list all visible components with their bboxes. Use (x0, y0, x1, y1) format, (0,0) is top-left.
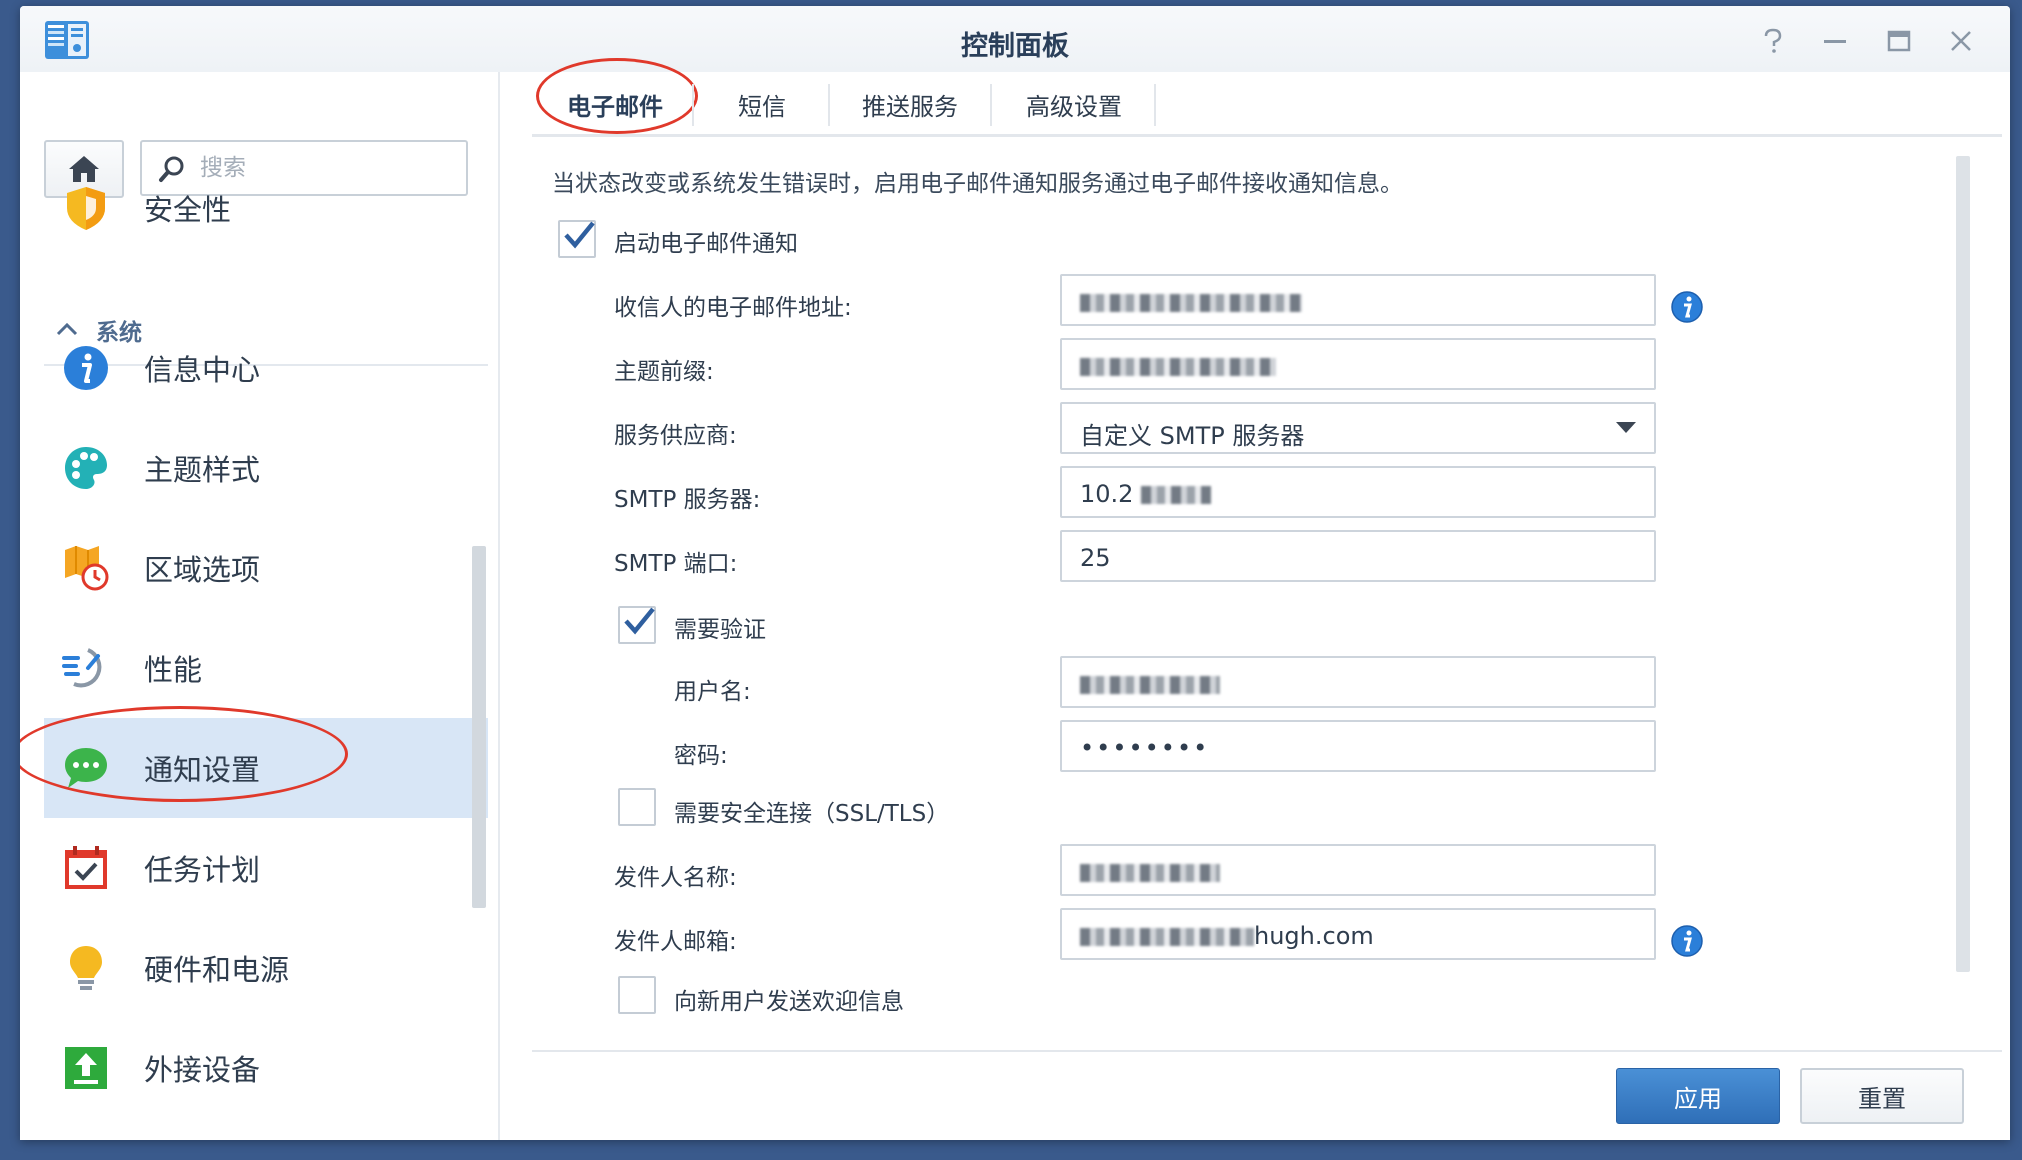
tab-email[interactable]: 电子邮件 (540, 72, 690, 136)
tab-separator (1154, 84, 1156, 126)
sidebar-item-security[interactable]: 安全性 (44, 158, 488, 258)
smtp-server-field[interactable]: 10.2 (1060, 466, 1656, 518)
content-scrollbar[interactable] (1956, 156, 1970, 972)
subject-prefix-label: 主题前缀: (614, 359, 714, 385)
smtp-port-value: 25 (1080, 544, 1111, 572)
smtp-server-value-wrap: 10.2 (1080, 480, 1212, 508)
sender-email-field[interactable]: hugh.com (1060, 908, 1656, 960)
sidebar-item-theme[interactable]: 主题样式 (44, 418, 488, 518)
smtp-port-label: SMTP 端口: (614, 551, 738, 577)
info-icon[interactable] (1670, 290, 1704, 324)
performance-icon (62, 644, 110, 692)
sidebar-divider (498, 72, 500, 1140)
info-icon[interactable] (1670, 924, 1704, 958)
sidebar-item-notification[interactable]: 通知设置 (44, 718, 488, 818)
welcome-message-checkbox[interactable] (618, 976, 656, 1014)
palette-icon (62, 444, 110, 492)
sidebar-item-performance[interactable]: 性能 (44, 618, 488, 718)
calendar-task-icon (62, 844, 110, 892)
email-description: 当状态改变或系统发生错误时，启用电子邮件通知服务通过电子邮件接收通知信息。 (552, 171, 1403, 197)
info-icon (62, 344, 110, 392)
footer-divider (532, 1050, 2002, 1052)
username-value-redacted (1080, 670, 1220, 698)
provider-label: 服务供应商: (614, 423, 737, 449)
minimize-icon[interactable] (1818, 24, 1852, 58)
enable-email-checkbox[interactable] (558, 220, 596, 258)
subject-prefix-field[interactable] (1060, 338, 1656, 390)
sidebar: 安全性 系统 信息中心 主题样式 区域选项 (20, 72, 498, 1140)
title-bar: 控制面板 (20, 6, 2010, 72)
password-label: 密码: (674, 743, 728, 769)
recipient-label: 收信人的电子邮件地址: (614, 295, 852, 321)
sidebar-item-label: 性能 (144, 653, 203, 687)
smtp-server-value: 10.2 (1080, 480, 1134, 508)
tab-separator (692, 84, 694, 126)
checkmark-icon (622, 604, 656, 642)
sidebar-item-label: 外接设备 (144, 1053, 261, 1087)
require-ssl-checkbox[interactable] (618, 788, 656, 826)
recipient-value-redacted (1080, 288, 1302, 316)
recipient-email-field[interactable] (1060, 274, 1656, 326)
sender-email-value-wrap: hugh.com (1080, 922, 1374, 950)
username-field[interactable] (1060, 656, 1656, 708)
sidebar-item-label: 区域选项 (144, 553, 261, 587)
tab-separator (990, 84, 992, 126)
enable-email-label: 启动电子邮件通知 (614, 231, 798, 257)
lightbulb-icon (62, 944, 110, 992)
sender-email-label: 发件人邮箱: (614, 929, 737, 955)
sidebar-item-label: 主题样式 (144, 453, 261, 487)
sidebar-item-task-scheduler[interactable]: 任务计划 (44, 818, 488, 918)
require-ssl-label: 需要安全连接（SSL/TLS） (674, 801, 950, 827)
smtp-port-field[interactable]: 25 (1060, 530, 1656, 582)
checkmark-icon (562, 218, 596, 256)
provider-select[interactable]: 自定义 SMTP 服务器 (1060, 402, 1656, 454)
username-label: 用户名: (674, 679, 751, 705)
tabs-underline (532, 134, 2002, 137)
sender-name-label: 发件人名称: (614, 865, 737, 891)
sidebar-item-hardware-power[interactable]: 硬件和电源 (44, 918, 488, 1018)
tab-sms[interactable]: 短信 (696, 72, 828, 136)
sidebar-item-label: 信息中心 (144, 353, 261, 387)
require-auth-label: 需要验证 (674, 617, 766, 643)
help-icon[interactable] (1756, 24, 1790, 58)
region-clock-icon (62, 544, 110, 592)
sidebar-item-label: 安全性 (144, 193, 232, 227)
reset-button[interactable]: 重置 (1800, 1068, 1964, 1124)
sidebar-item-label: 通知设置 (144, 753, 261, 787)
sidebar-item-external-devices[interactable]: 外接设备 (44, 1018, 488, 1118)
sender-name-redacted (1080, 858, 1220, 886)
sidebar-item-info-center[interactable]: 信息中心 (44, 318, 488, 418)
sender-email-value: hugh.com (1254, 922, 1374, 950)
sidebar-item-region[interactable]: 区域选项 (44, 518, 488, 618)
sidebar-scrollbar[interactable] (472, 546, 486, 908)
welcome-message-label: 向新用户发送欢迎信息 (674, 989, 904, 1015)
require-auth-checkbox[interactable] (618, 606, 656, 644)
provider-value: 自定义 SMTP 服务器 (1080, 422, 1305, 450)
tab-push-service[interactable]: 推送服务 (832, 72, 988, 136)
sender-name-field[interactable] (1060, 844, 1656, 896)
smtp-server-label: SMTP 服务器: (614, 487, 761, 513)
external-device-icon (62, 1044, 110, 1092)
sidebar-item-label: 硬件和电源 (144, 953, 290, 987)
shield-icon (62, 184, 110, 232)
control-panel-window: 控制面板 安全性 (20, 6, 2010, 1140)
password-value: •••••••• (1080, 734, 1210, 762)
tab-separator (828, 84, 830, 126)
maximize-icon[interactable] (1882, 24, 1916, 58)
notification-chat-icon (62, 744, 110, 792)
subject-value-redacted (1080, 352, 1276, 380)
sidebar-item-label: 任务计划 (144, 853, 261, 887)
apply-button[interactable]: 应用 (1616, 1068, 1780, 1124)
password-field[interactable]: •••••••• (1060, 720, 1656, 772)
close-icon[interactable] (1944, 24, 1978, 58)
tab-advanced[interactable]: 高级设置 (994, 72, 1154, 136)
dropdown-arrow-icon (1616, 422, 1636, 433)
window-title: 控制面板 (961, 31, 1069, 62)
